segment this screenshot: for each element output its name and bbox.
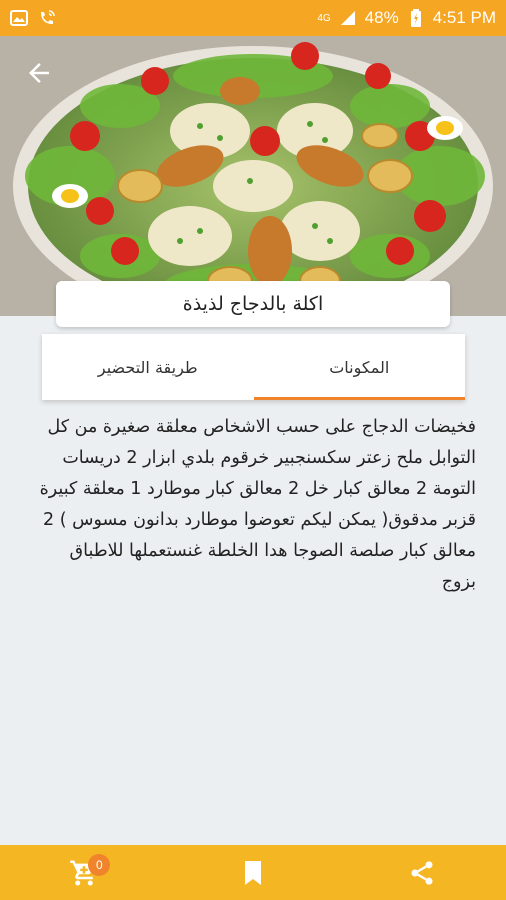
back-button[interactable] — [24, 58, 60, 94]
wifi-call-icon — [38, 9, 56, 27]
cart-button[interactable]: 0 — [54, 848, 114, 898]
network-type: 4G — [317, 12, 331, 24]
recipe-image — [0, 36, 506, 316]
status-right: 4G 48% 4:51 PM — [317, 8, 496, 28]
status-bar: 4G 48% 4:51 PM — [0, 0, 506, 36]
recipe-title: اكلة بالدجاج لذيذة — [182, 293, 324, 315]
share-button[interactable] — [392, 848, 452, 898]
arrow-back-icon — [29, 63, 49, 83]
status-left — [10, 9, 56, 27]
ingredients-text: فخيضات الدجاج على حسب الاشخاص معلقة صغير… — [39, 417, 476, 592]
battery-percent: 48% — [364, 8, 399, 27]
tab-ingredients[interactable]: المكونات — [253, 334, 466, 400]
bottom-bar: 0 — [0, 845, 506, 900]
gallery-icon — [10, 9, 28, 27]
recipe-title-card: اكلة بالدجاج لذيذة — [56, 281, 450, 327]
recipe-tabs: طريقة التحضير المكونات — [42, 334, 465, 400]
tab-ingredients-label: المكونات — [329, 357, 390, 377]
status-time: 4:51 PM — [432, 8, 496, 27]
bookmark-icon — [244, 860, 261, 885]
battery-icon — [407, 9, 425, 27]
tab-preparation[interactable]: طريقة التحضير — [42, 334, 254, 400]
tab-preparation-label: طريقة التحضير — [97, 357, 198, 377]
signal-icon — [339, 9, 357, 27]
bookmark-button[interactable] — [223, 848, 283, 898]
cart-count-badge: 0 — [88, 853, 111, 876]
share-icon — [411, 860, 433, 885]
